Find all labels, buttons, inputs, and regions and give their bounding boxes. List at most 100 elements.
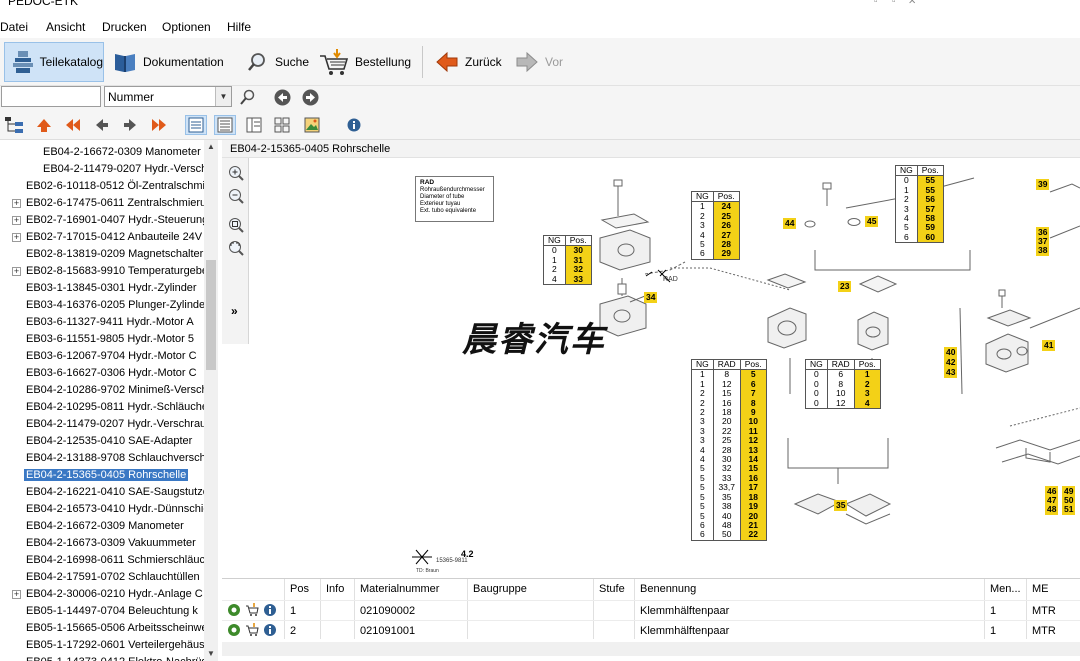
- callout-35[interactable]: 35: [834, 500, 848, 511]
- dokumentation-button[interactable]: Dokumentation: [112, 42, 230, 82]
- tree-scrollbar[interactable]: ▲ ▼: [204, 140, 218, 661]
- search-field-select[interactable]: Nummer ▼: [104, 86, 232, 107]
- tree-item[interactable]: + EB02-6-17475-0611 Zentralschmierung: [0, 195, 204, 212]
- callout-44[interactable]: 44: [783, 218, 797, 229]
- position-callout-cell[interactable]: 4: [853, 398, 881, 410]
- zoom-in-icon[interactable]: [226, 163, 246, 183]
- col-header-menge[interactable]: Men...: [990, 583, 1021, 595]
- add-to-cart-icon[interactable]: [245, 623, 259, 637]
- expand-icon[interactable]: +: [12, 233, 21, 242]
- expand-icon[interactable]: +: [12, 590, 21, 599]
- tree-item[interactable]: EB05-1-14373-0412 Elektro-Nachrüstung: [0, 654, 204, 661]
- chevron-down-icon[interactable]: ▼: [215, 87, 231, 106]
- tree-item[interactable]: EB04-2-16998-0611 Schmierschläuche: [0, 552, 204, 569]
- menu-datei[interactable]: Datei: [0, 20, 28, 34]
- tree-item[interactable]: EB04-2-16672-0309 Manometer: [0, 518, 204, 535]
- tree-item[interactable]: EB03-1-13845-0301 Hydr.-Zylinder: [0, 280, 204, 297]
- menu-optionen[interactable]: Optionen: [162, 20, 211, 34]
- info-icon[interactable]: [263, 603, 277, 617]
- tree-item[interactable]: + EB02-7-16901-0407 Hydr.-Steuerung: [0, 212, 204, 229]
- tree-structure-icon[interactable]: [3, 115, 25, 135]
- position-callout-cell[interactable]: 60: [916, 232, 944, 244]
- info-icon[interactable]: [263, 623, 277, 637]
- tree-item[interactable]: + EB02-8-15683-9910 Temperaturgeber: [0, 263, 204, 280]
- view-list-icon[interactable]: [185, 115, 207, 135]
- table-row[interactable]: 1 021090002 Klemmhälftenpaar 1 MTR: [222, 600, 1080, 620]
- zurueck-button[interactable]: Zurück: [434, 42, 504, 82]
- view-details-icon[interactable]: [214, 115, 236, 135]
- tree-item[interactable]: EB04-2-11479-0207 Hydr.-Verschraubung: [0, 161, 204, 178]
- table-row[interactable]: 2 021091001 Klemmhälftenpaar 1 MTR: [222, 620, 1080, 640]
- col-header-benennung[interactable]: Benennung: [640, 583, 696, 595]
- tree-item[interactable]: EB04-2-16673-0309 Vakuummeter: [0, 535, 204, 552]
- close-icon[interactable]: ✕: [908, 0, 922, 7]
- previous-result-icon[interactable]: [272, 87, 292, 107]
- next-result-icon[interactable]: [300, 87, 320, 107]
- callout-51[interactable]: 51: [1062, 504, 1076, 515]
- callout-41[interactable]: 41: [1042, 340, 1056, 351]
- menu-drucken[interactable]: Drucken: [102, 20, 147, 34]
- scroll-up-icon[interactable]: ▲: [204, 140, 218, 154]
- info-icon[interactable]: [343, 115, 365, 135]
- search-input[interactable]: [1, 86, 101, 107]
- tree-item[interactable]: EB04-2-13188-9708 Schlauchverschraubung: [0, 450, 204, 467]
- callout-48[interactable]: 48: [1045, 504, 1059, 515]
- tree-item[interactable]: EB03-6-16627-0306 Hydr.-Motor C: [0, 365, 204, 382]
- position-callout-cell[interactable]: 22: [739, 530, 767, 541]
- tree-item[interactable]: EB04-2-15365-0405 Rohrschelle: [0, 467, 204, 484]
- next-page-icon[interactable]: [119, 115, 141, 135]
- expand-panel-icon[interactable]: »: [231, 304, 238, 318]
- tree-item[interactable]: EB04-2-17591-0702 Schlauchtüllen: [0, 569, 204, 586]
- tree-item[interactable]: + EB04-2-30006-0210 Hydr.-Anlage C: [0, 586, 204, 603]
- tree-item[interactable]: EB03-6-11327-9411 Hydr.-Motor A: [0, 314, 204, 331]
- tree-item[interactable]: EB04-2-16672-0309 Manometer: [0, 144, 204, 161]
- vor-button[interactable]: Vor: [514, 42, 564, 82]
- position-callout-cell[interactable]: 29: [712, 249, 740, 260]
- view-image-icon[interactable]: [301, 115, 323, 135]
- search-go-icon[interactable]: [238, 87, 258, 107]
- tree-item[interactable]: EB04-2-16573-0410 Hydr.-Dünnschicht: [0, 501, 204, 518]
- callout-43[interactable]: 43: [944, 367, 958, 378]
- gear-icon[interactable]: [227, 603, 241, 617]
- zoom-window-icon[interactable]: [226, 238, 246, 258]
- tree-scrollbar-thumb[interactable]: [206, 260, 216, 370]
- zoom-out-icon[interactable]: [226, 186, 246, 206]
- tree-item[interactable]: EB04-2-11479-0207 Hydr.-Verschraubung: [0, 416, 204, 433]
- teilekatalog-button[interactable]: Teilekatalog: [4, 42, 104, 82]
- col-header-baugruppe[interactable]: Baugruppe: [473, 583, 527, 595]
- expand-icon[interactable]: +: [12, 216, 21, 225]
- suche-button[interactable]: Suche: [244, 42, 310, 82]
- grid-horizontal-scrollbar[interactable]: [222, 642, 1080, 656]
- previous-page-icon[interactable]: [91, 115, 113, 135]
- col-header-materialnummer[interactable]: Materialnummer: [360, 583, 439, 595]
- col-header-pos[interactable]: Pos: [290, 583, 309, 595]
- view-columns-icon[interactable]: [243, 115, 265, 135]
- tree-item[interactable]: + EB02-7-17015-0412 Anbauteile 24V: [0, 229, 204, 246]
- tree-item[interactable]: EB03-4-16376-0205 Plunger-Zylinder: [0, 297, 204, 314]
- tree-item[interactable]: EB05-1-14497-0704 Beleuchtung k: [0, 603, 204, 620]
- position-callout-cell[interactable]: 33: [564, 274, 592, 286]
- restore-icon[interactable]: ▫: [892, 0, 906, 7]
- tree-item[interactable]: EB05-1-15665-0506 Arbeitsscheinwerfer: [0, 620, 204, 637]
- tree-item[interactable]: EB03-6-11551-9805 Hydr.-Motor 5: [0, 331, 204, 348]
- tree-item[interactable]: EB05-1-17292-0601 Verteilergehäuse: [0, 637, 204, 654]
- tree-item[interactable]: EB04-2-12535-0410 SAE-Adapter: [0, 433, 204, 450]
- callout-38[interactable]: 38: [1036, 245, 1050, 256]
- tree-item[interactable]: EB03-6-12067-9704 Hydr.-Motor C: [0, 348, 204, 365]
- callout-34[interactable]: 34: [644, 292, 658, 303]
- level-up-icon[interactable]: [33, 115, 55, 135]
- exploded-drawing[interactable]: RAD Rohraußendurchmesser Diameter of tub…: [250, 158, 1080, 576]
- callout-39[interactable]: 39: [1036, 179, 1050, 190]
- first-page-icon[interactable]: [62, 115, 84, 135]
- tree-item[interactable]: EB04-2-10295-0811 Hydr.-Schläuche: [0, 399, 204, 416]
- col-header-info[interactable]: Info: [326, 583, 344, 595]
- bestellung-button[interactable]: Bestellung: [318, 42, 414, 82]
- tree-item[interactable]: EB04-2-10286-9702 Minimeß-Verschraubung: [0, 382, 204, 399]
- expand-icon[interactable]: +: [12, 267, 21, 276]
- menu-ansicht[interactable]: Ansicht: [46, 20, 85, 34]
- tree-item[interactable]: EB02-8-13819-0209 Magnetschalter: [0, 246, 204, 263]
- zoom-fit-icon[interactable]: [226, 215, 246, 235]
- col-header-stufe[interactable]: Stufe: [599, 583, 625, 595]
- last-page-icon[interactable]: [148, 115, 170, 135]
- callout-23[interactable]: 23: [838, 281, 852, 292]
